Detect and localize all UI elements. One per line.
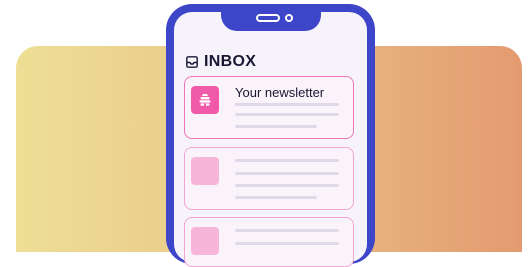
message-preview-line: [235, 113, 339, 116]
message-card-placeholder[interactable]: [184, 147, 354, 210]
message-preview-line: [235, 172, 339, 175]
message-preview-line: [235, 242, 339, 245]
speaker-icon: [256, 14, 280, 22]
beehive-icon: [199, 94, 211, 106]
message-preview-line: [235, 159, 339, 162]
message-thumbnail: [191, 157, 219, 185]
message-preview-line: [235, 103, 339, 106]
newsletter-thumbnail: [191, 86, 219, 114]
camera-icon: [285, 14, 293, 22]
message-preview-line: [235, 196, 317, 199]
message-preview-line: [235, 125, 317, 128]
message-card-placeholder[interactable]: [184, 217, 354, 267]
message-preview-line: [235, 184, 339, 187]
message-thumbnail: [191, 227, 219, 255]
inbox-header: INBOX: [186, 53, 256, 71]
message-card-newsletter[interactable]: Your newsletter: [184, 76, 354, 139]
inbox-title: INBOX: [204, 53, 257, 70]
message-subject: Your newsletter: [235, 85, 325, 100]
message-preview-line: [235, 229, 339, 232]
inbox-tray-icon: [186, 56, 198, 68]
